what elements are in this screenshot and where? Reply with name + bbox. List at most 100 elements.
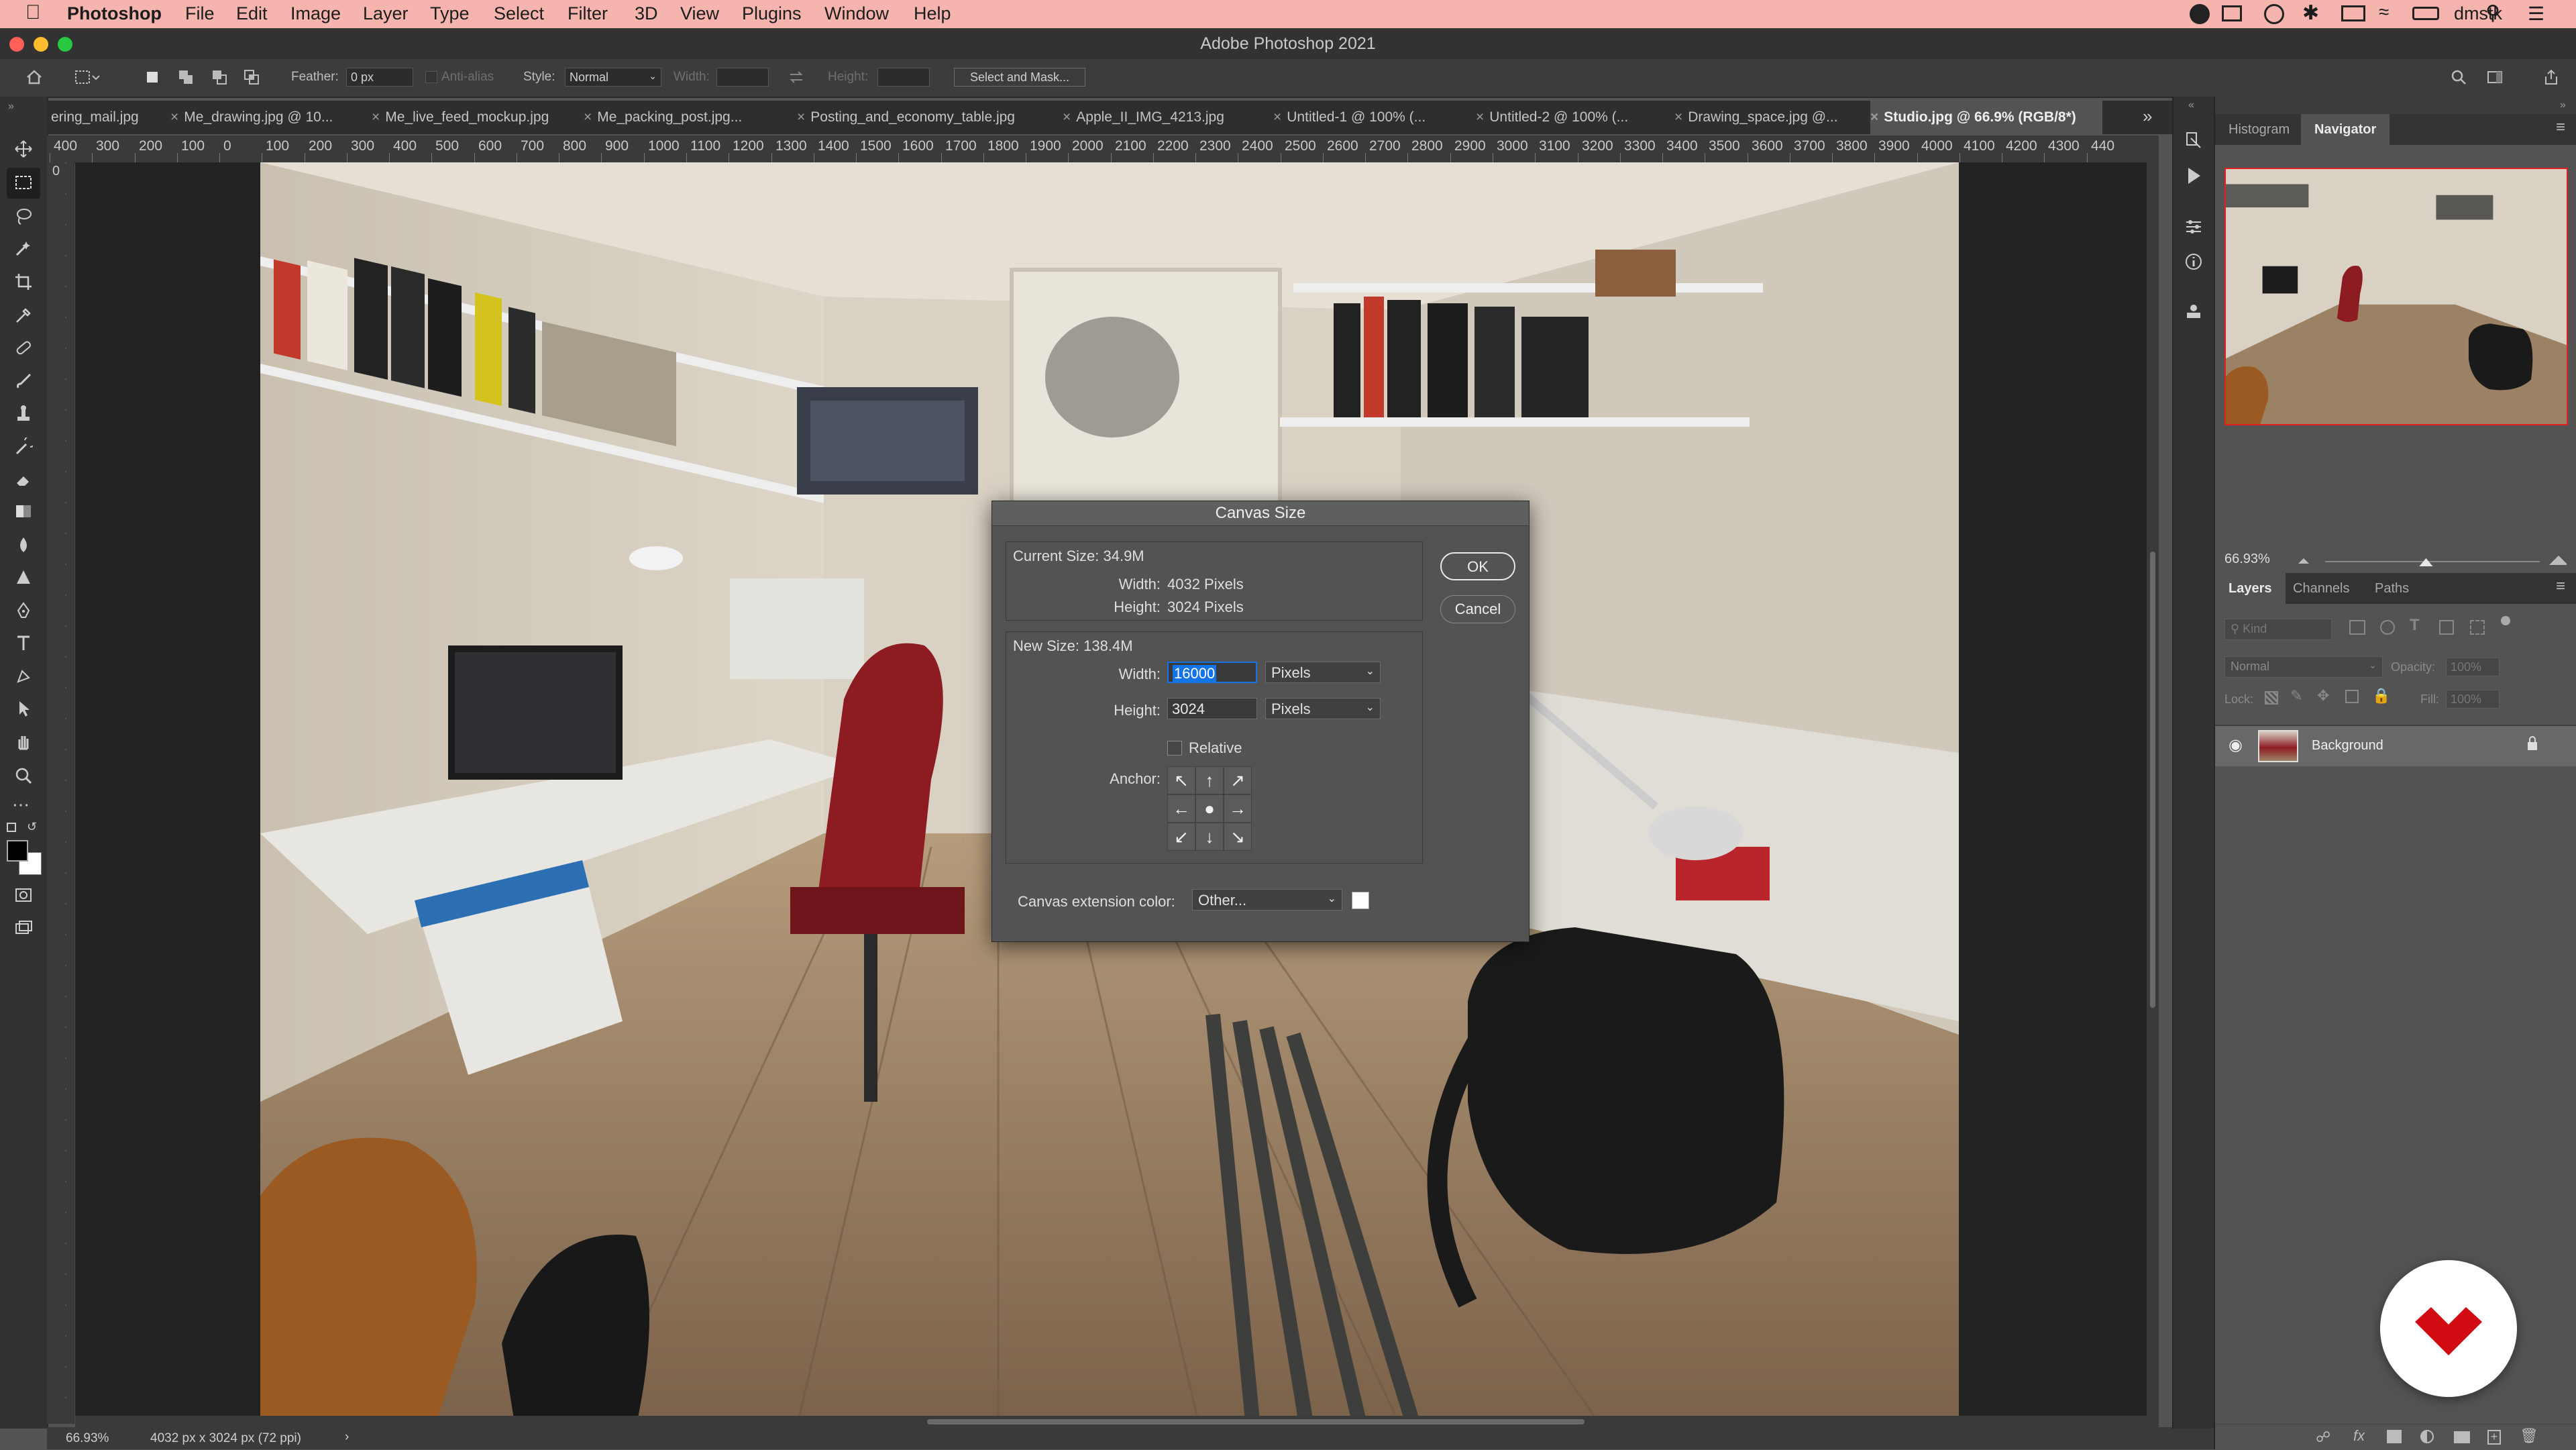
close-tab-icon[interactable]: × <box>1273 109 1281 125</box>
default-colors-icon[interactable] <box>7 823 16 832</box>
menu-help[interactable]: Help <box>914 3 951 24</box>
cancel-button[interactable]: Cancel <box>1440 595 1515 623</box>
tab-document[interactable]: × Apple_II_IMG_4213.jpg <box>1063 101 1264 134</box>
filter-smart-object-icon[interactable] <box>2470 620 2485 635</box>
select-and-mask-button[interactable]: Select and Mask... <box>954 68 1085 87</box>
crop-tool-icon[interactable] <box>14 272 33 291</box>
anchor-left-arrow-icon[interactable]: ← <box>1167 794 1195 823</box>
tab-document[interactable]: × Me_drawing.jpg @ 10... <box>170 101 372 134</box>
layer-style-fx-icon[interactable]: fx <box>2353 1427 2365 1445</box>
new-layer-icon[interactable]: + <box>2487 1430 2501 1445</box>
swap-colors-icon[interactable]: ↺ <box>27 820 37 834</box>
lock-artboard-icon[interactable] <box>2345 690 2359 703</box>
filter-adjustment-layer-icon[interactable] <box>2380 620 2395 635</box>
navigator-zoom-value[interactable]: 66.93% <box>2224 552 2270 567</box>
layers-menu-icon[interactable]: ≡ <box>2556 577 2565 596</box>
marquee-tool-preset-icon[interactable] <box>74 68 101 86</box>
spotlight-search-icon[interactable]: ⚲ <box>2485 1 2500 25</box>
collapse-panels-icon[interactable]: » <box>2560 99 2566 111</box>
clone-stamp-tool-icon[interactable] <box>14 404 33 423</box>
filter-pixel-layer-icon[interactable] <box>2349 620 2365 635</box>
battery-icon[interactable] <box>2412 7 2439 20</box>
tab-document[interactable]: × Me_live_feed_mockup.jpg <box>372 101 573 134</box>
width-unit-select[interactable]: Pixels ⌄ <box>1265 662 1381 683</box>
feather-input[interactable]: 0 px <box>346 68 413 87</box>
search-icon[interactable] <box>2450 68 2467 86</box>
close-tab-icon[interactable]: × <box>1063 109 1071 125</box>
navigator-menu-icon[interactable]: ≡ <box>2556 118 2565 137</box>
tab-document[interactable]: × Untitled-2 @ 100% (... <box>1476 101 1670 134</box>
add-mask-icon[interactable] <box>2387 1430 2402 1443</box>
move-tool-icon[interactable] <box>14 140 33 158</box>
horizontal-scroll-thumb[interactable] <box>927 1419 1585 1425</box>
filter-type-layer-icon[interactable]: T <box>2410 616 2420 635</box>
menu-select[interactable]: Select <box>494 3 544 24</box>
foreground-color-swatch[interactable] <box>7 840 28 862</box>
path-selection-tool-icon[interactable] <box>14 699 33 718</box>
lock-position-icon[interactable]: ✥ <box>2317 687 2329 705</box>
height-input[interactable] <box>877 68 930 87</box>
filter-shape-layer-icon[interactable] <box>2439 620 2454 635</box>
adjustments-panel-icon[interactable] <box>2184 217 2203 236</box>
width-input[interactable] <box>716 68 769 87</box>
tab-document[interactable]: × Untitled-1 @ 100% (... <box>1273 101 1468 134</box>
new-group-folder-icon[interactable] <box>2454 1431 2470 1443</box>
horizontal-scrollbar[interactable] <box>75 1416 2147 1428</box>
layer-name[interactable]: Background <box>2312 738 2383 754</box>
airplay-icon[interactable] <box>2341 5 2365 21</box>
menu-type[interactable]: Type <box>430 3 470 24</box>
anchor-bottom-left-arrow-icon[interactable]: ↙ <box>1167 823 1195 851</box>
menu-3d[interactable]: 3D <box>635 3 658 24</box>
status-zoom[interactable]: 66.93% <box>66 1431 109 1446</box>
tab-document[interactable]: ering_mail.jpg <box>51 101 182 134</box>
object-selection-tool-icon[interactable] <box>14 239 33 258</box>
new-adjustment-layer-icon[interactable] <box>2420 1430 2434 1443</box>
tab-document[interactable]: × Posting_and_economy_table.jpg <box>797 101 1052 134</box>
dodge-tool-icon[interactable] <box>14 568 33 586</box>
zoom-tool-icon[interactable] <box>14 766 33 785</box>
ok-button[interactable]: OK <box>1440 552 1515 580</box>
eraser-tool-icon[interactable] <box>14 470 33 488</box>
width-input[interactable]: 16000 <box>1167 662 1257 683</box>
vertical-scrollbar[interactable] <box>2147 136 2159 1427</box>
menu-app-name[interactable]: Photoshop <box>67 3 162 24</box>
navigator-zoom-slider[interactable] <box>2298 548 2567 568</box>
menu-window[interactable]: Window <box>824 3 889 24</box>
anchor-center-dot-icon[interactable]: ● <box>1195 794 1224 823</box>
close-tab-icon[interactable]: × <box>1674 109 1682 125</box>
tab-studio-active[interactable]: × Studio.jpg @ 66.9% (RGB/8*) <box>1870 101 2102 134</box>
navigator-view-box[interactable] <box>2224 168 2568 425</box>
hand-tool-icon[interactable] <box>14 733 33 752</box>
collapse-toolbar-icon[interactable]: » <box>8 101 14 113</box>
tab-document[interactable]: × Drawing_space.jpg @... <box>1674 101 1869 134</box>
spot-healing-brush-icon[interactable] <box>14 338 33 357</box>
screen-icon[interactable] <box>2222 5 2242 21</box>
opacity-input[interactable]: 100% <box>2446 658 2500 676</box>
pen-tool-icon[interactable] <box>14 601 33 620</box>
anchor-bottom-arrow-icon[interactable]: ↓ <box>1195 823 1224 851</box>
rectangular-marquee-tool-icon[interactable] <box>14 173 33 192</box>
filter-toggle-icon[interactable] <box>2501 616 2510 625</box>
actions-play-icon[interactable] <box>2186 166 2202 185</box>
anchor-top-arrow-icon[interactable]: ↑ <box>1195 766 1224 794</box>
menu-view[interactable]: View <box>680 3 719 24</box>
lock-all-icon[interactable]: 🔒 <box>2372 687 2390 705</box>
menu-file[interactable]: File <box>185 3 215 24</box>
fill-input[interactable]: 100% <box>2446 690 2500 709</box>
lock-transparent-pixels-icon[interactable] <box>2265 691 2278 705</box>
menu-image[interactable]: Image <box>290 3 341 24</box>
control-center-icon[interactable]: ☰ <box>2528 3 2544 25</box>
share-icon[interactable] <box>2542 68 2560 86</box>
screen-mode-icon[interactable] <box>14 919 33 938</box>
pen-path-tool-icon[interactable] <box>14 667 33 686</box>
info-panel-icon[interactable] <box>2184 252 2203 271</box>
quick-mask-icon[interactable] <box>14 886 33 904</box>
intersect-selection-icon[interactable] <box>243 68 260 86</box>
extension-color-select[interactable]: Other... ⌄ <box>1192 889 1342 911</box>
tab-histogram[interactable]: Histogram <box>2215 114 2303 145</box>
blur-tool-icon[interactable] <box>14 535 33 554</box>
close-tab-icon[interactable]: × <box>1870 109 1878 125</box>
new-selection-icon[interactable] <box>144 68 161 86</box>
vertical-scroll-thumb[interactable] <box>2150 552 2155 1008</box>
style-select[interactable]: Normal ⌄ <box>565 68 661 87</box>
